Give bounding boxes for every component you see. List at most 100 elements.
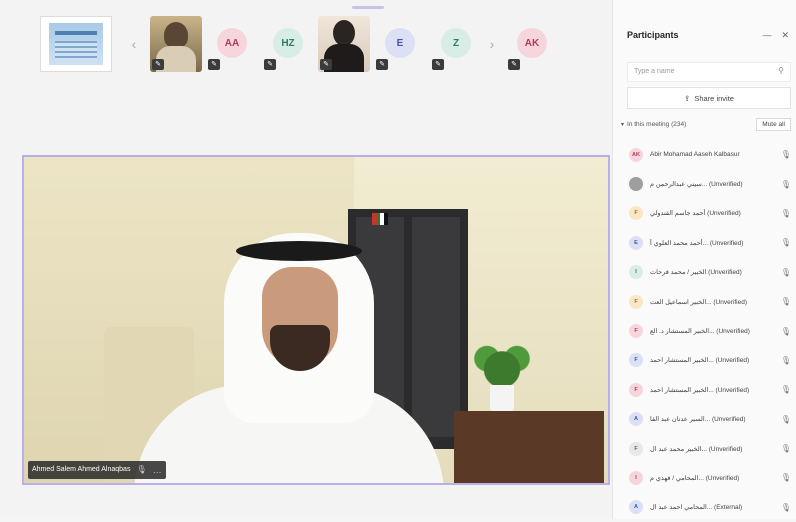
participant-name: الخبير اسماعيل العت... (Unverified)	[650, 298, 747, 306]
participant-list: AK Abir Mohamad Aaseh Kalbasur 🎙 سيني عبدال…	[621, 140, 796, 522]
mic-icon: 🎙	[780, 385, 791, 395]
participant-name: المحامي / فهدي م... (Unverified)	[650, 474, 740, 482]
mic-icon: 🎙	[780, 326, 791, 336]
avatar: E	[629, 235, 643, 250]
participant-row[interactable]: F الخبير اسماعيل العت... (Unverified) 🎙	[621, 287, 796, 316]
participant-name: الخبير المستشار احمد... (Unverified)	[650, 386, 750, 394]
mic-icon: 🎙	[780, 473, 791, 483]
mic-icon: 🎙	[780, 150, 791, 160]
participant-name: Abir Mohamad Aaseh Kalbasur	[650, 151, 740, 159]
participant-row[interactable]: A المحامي احمد عبد ال... (External) 🎙	[621, 493, 796, 522]
participant-avatar-tile[interactable]: HZ ✎	[262, 16, 314, 72]
participant-name: أحمد محمد العلوي أ... (Unverified)	[650, 239, 744, 247]
participant-row[interactable]: سيني عبدالرحمن م... (Unverified) 🎙	[621, 169, 796, 198]
plant	[472, 337, 532, 391]
document-preview	[49, 23, 103, 65]
participant-name: الخبير / محمد فرحات (Unverified)	[650, 269, 742, 277]
mic-icon: 🎙	[780, 267, 791, 277]
gallery-next-icon[interactable]: ›	[486, 36, 498, 52]
participant-name: الخبير محمد عبد ال... (Unverified)	[650, 445, 743, 453]
panel-header: Participants — ✕	[627, 27, 789, 43]
avatar: F	[629, 324, 643, 339]
mic-icon: 🎙	[780, 238, 791, 248]
pin-icon: ✎	[208, 59, 220, 70]
in-meeting-section[interactable]: ▾ In this meeting (234) Mute all	[621, 117, 791, 131]
participant-video-tile[interactable]: ✎	[318, 16, 370, 72]
main-speaker-video[interactable]: Ahmed Salem Ahmed Alnaqbas 🎙 …	[22, 155, 610, 485]
share-invite-label: Share invite	[694, 93, 734, 103]
mic-icon: 🎙	[780, 179, 791, 189]
avatar: AK	[629, 147, 643, 162]
avatar: A	[629, 412, 643, 427]
gallery-prev-icon[interactable]: ‹	[128, 36, 140, 52]
participant-row[interactable]: F الخبير محمد عبد ال... (Unverified) 🎙	[621, 434, 796, 463]
avatar: E	[385, 28, 415, 58]
mic-icon: 🎙	[136, 465, 147, 474]
pin-icon: ✎	[376, 59, 388, 70]
participant-name: الخبير المستشار احمد... (Unverified)	[650, 357, 750, 365]
participant-row[interactable]: A السير عدنان عبد القا... (Unverified) 🎙	[621, 405, 796, 434]
pin-icon: ✎	[320, 59, 332, 70]
avatar: F	[629, 294, 643, 309]
pin-icon: ✎	[264, 59, 276, 70]
pin-icon: ✎	[152, 59, 164, 70]
mic-icon: 🎙	[780, 414, 791, 424]
meeting-stage: ‹ ✎ AA ✎ HZ ✎ ✎ E ✎ Z ✎ › AK ✎ Ahmed Sal…	[0, 0, 612, 519]
avatar: HZ	[273, 28, 303, 58]
avatar: F	[629, 382, 643, 397]
search-placeholder: Type a name	[634, 68, 675, 75]
shared-content-thumbnail[interactable]	[40, 16, 112, 72]
search-input[interactable]: Type a name ⚲	[627, 62, 791, 82]
speaker-name-tag: Ahmed Salem Ahmed Alnaqbas 🎙 …	[28, 461, 166, 479]
participant-row[interactable]: F الخبير المستشار د. الع... (Unverified) 🎙	[621, 316, 796, 345]
participant-name: المحامي احمد عبد ال... (External)	[650, 504, 743, 512]
participant-row[interactable]: AK Abir Mohamad Aaseh Kalbasur 🎙	[621, 140, 796, 169]
avatar: Z	[441, 28, 471, 58]
stage-indicator	[352, 6, 384, 9]
participant-avatar-tile[interactable]: E ✎	[374, 16, 426, 72]
participant-name: أحمد جاسم القندولي (Unverified)	[650, 210, 741, 218]
avatar: I	[629, 265, 643, 280]
close-icon[interactable]: ✕	[781, 30, 789, 41]
avatar: F	[629, 441, 643, 456]
participant-name: سيني عبدالرحمن م... (Unverified)	[650, 181, 743, 189]
mic-icon: 🎙	[780, 444, 791, 454]
avatar: F	[629, 353, 643, 368]
pin-icon: ✎	[432, 59, 444, 70]
gallery-strip: ‹ ✎ AA ✎ HZ ✎ ✎ E ✎ Z ✎ › AK ✎	[40, 16, 600, 72]
avatar	[629, 177, 643, 192]
avatar: I	[629, 470, 643, 485]
speaker-name: Ahmed Salem Ahmed Alnaqbas	[32, 466, 131, 473]
participant-avatar-tile[interactable]: AK ✎	[506, 16, 558, 72]
share-invite-button[interactable]: ⇪ Share invite	[627, 87, 791, 109]
mic-icon: 🎙	[780, 208, 791, 218]
participant-row[interactable]: F الخبير المستشار احمد... (Unverified) 🎙	[621, 375, 796, 404]
participant-video-tile[interactable]: ✎	[150, 16, 202, 72]
mute-all-button[interactable]: Mute all	[756, 117, 791, 131]
participant-row[interactable]: I المحامي / فهدي م... (Unverified) 🎙	[621, 463, 796, 492]
participant-name: السير عدنان عبد القا... (Unverified)	[650, 416, 746, 424]
avatar: AA	[217, 28, 247, 58]
chevron-down-icon: ▾	[621, 121, 625, 128]
participant-name: الخبير المستشار د. الع... (Unverified)	[650, 328, 750, 336]
avatar: F	[629, 206, 643, 221]
more-options-icon[interactable]: …	[153, 461, 162, 479]
in-meeting-label: In this meeting (234)	[627, 120, 687, 128]
participant-avatar-tile[interactable]: AA ✎	[206, 16, 258, 72]
pin-icon: ✎	[508, 59, 520, 70]
search-icon: ⚲	[778, 66, 784, 75]
participant-row[interactable]: F الخبير المستشار احمد... (Unverified) 🎙	[621, 346, 796, 375]
mic-icon: 🎙	[780, 355, 791, 365]
participant-avatar-tile[interactable]: Z ✎	[430, 16, 482, 72]
minimize-icon[interactable]: —	[762, 30, 771, 40]
participants-panel: Participants — ✕ Type a name ⚲ ⇪ Share i…	[612, 0, 796, 519]
participant-row[interactable]: E أحمد محمد العلوي أ... (Unverified) 🎙	[621, 228, 796, 257]
mic-icon: 🎙	[780, 297, 791, 307]
mic-icon: 🎙	[780, 502, 791, 512]
panel-title: Participants	[627, 30, 679, 40]
share-icon: ⇪	[684, 93, 691, 103]
flag-icon	[372, 213, 388, 225]
participant-row[interactable]: F أحمد جاسم القندولي (Unverified) 🎙	[621, 199, 796, 228]
avatar: AK	[517, 28, 547, 58]
participant-row[interactable]: I الخبير / محمد فرحات (Unverified) 🎙	[621, 258, 796, 287]
